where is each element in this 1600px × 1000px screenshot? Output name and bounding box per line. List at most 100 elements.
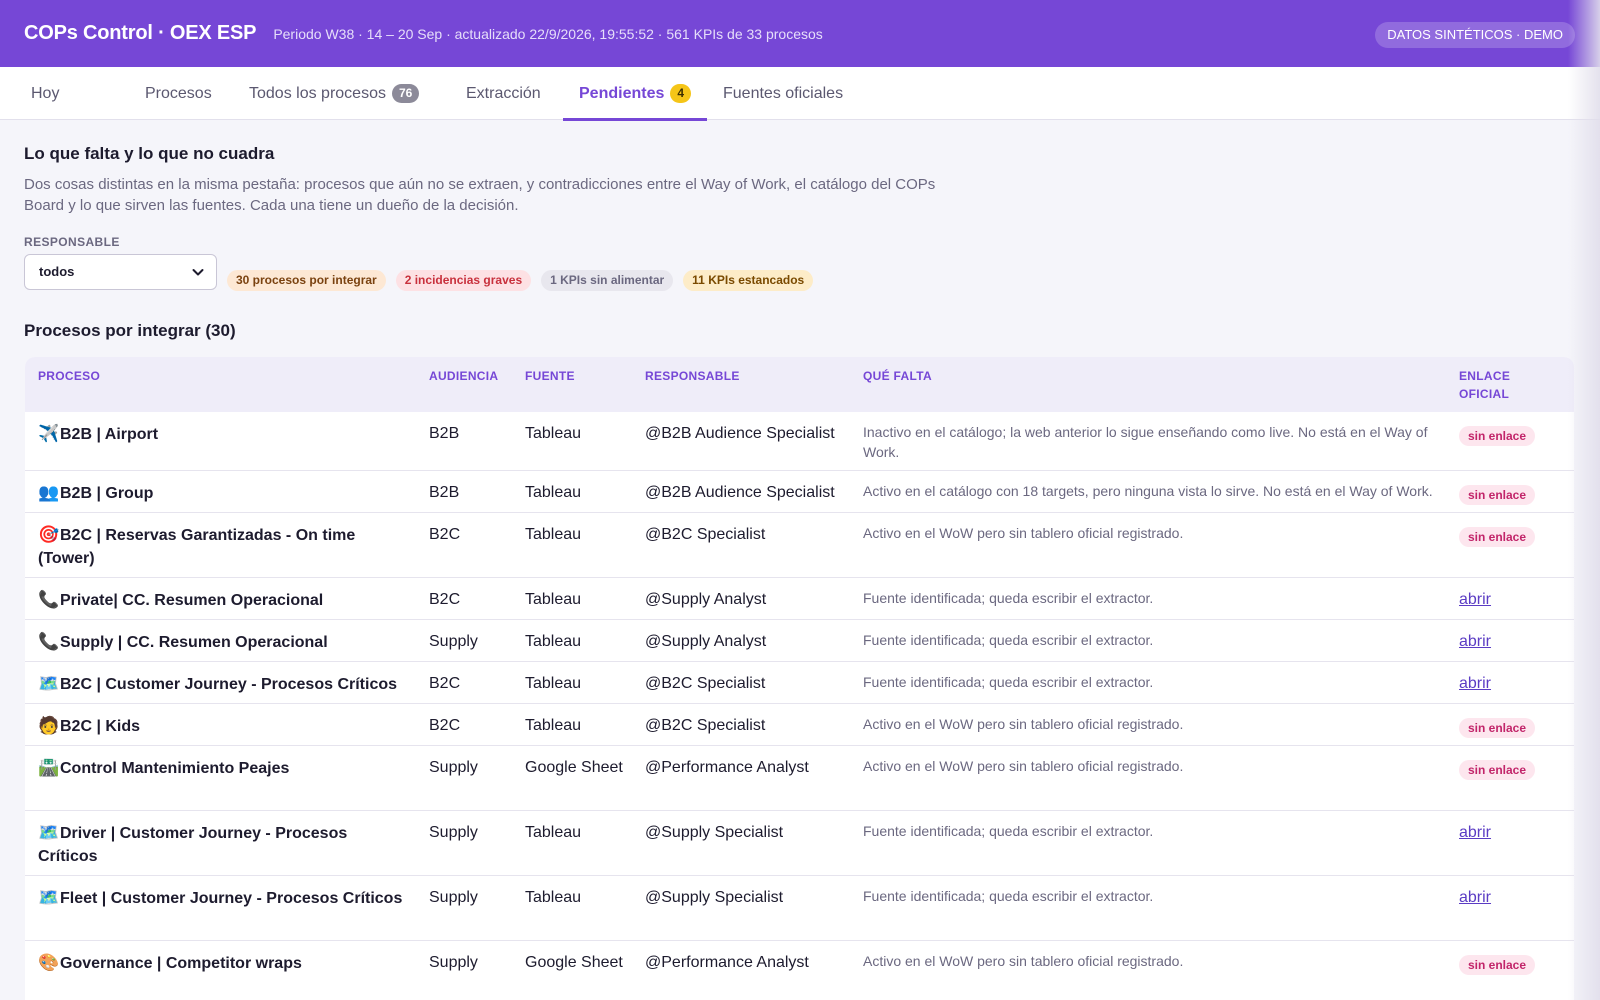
official-link-cell: abrir (1459, 672, 1491, 695)
top-header: COPs Control · OEX ESP Periodo W38 · 14 … (0, 0, 1600, 67)
app-title: COPs Control · OEX ESP (24, 22, 257, 44)
column-header-line: OFICIAL (1459, 387, 1510, 401)
column-header-fuente: FUENTE (525, 369, 575, 383)
owner-cell: @Supply Analyst (645, 591, 767, 608)
column-header-line: ENLACE (1459, 369, 1511, 383)
source-cell: Google Sheet (525, 759, 623, 776)
table-row[interactable]: 🎨Governance | Competitor wraps Supply Goog… (25, 941, 1574, 1000)
column-header-enlace-oficial: ENLACE OFICIAL (1459, 367, 1510, 403)
missing-cell: Activo en el WoW pero sin tablero oficia… (863, 525, 1184, 541)
open-link[interactable]: abrir (1459, 889, 1491, 906)
column-header-audiencia: AUDIENCIA (429, 369, 499, 383)
open-link[interactable]: abrir (1459, 675, 1491, 692)
audience-cell: B2C (429, 675, 461, 692)
process-label: B2B | Airport (60, 426, 159, 443)
process-name: 🗺️Fleet | Customer Journey - Procesos Cr… (38, 886, 408, 910)
source-cell: Tableau (525, 675, 582, 692)
table-row[interactable]: ✈️B2B | Airport B2B Tableau @B2B Audience S… (25, 412, 1574, 471)
process-icon: ✈️ (38, 424, 60, 443)
responsable-filter-label: RESPONSABLE (24, 235, 120, 249)
tab-procesos[interactable]: Procesos (145, 67, 212, 120)
no-link-badge: sin enlace (1459, 955, 1536, 975)
table-title: Procesos por integrar (30) (24, 321, 236, 340)
tab-bar: Hoy Procesos Todos los procesos 76 Extrac… (0, 67, 1600, 121)
missing-cell: Inactivo en el catálogo; la web anterior… (863, 424, 1428, 460)
official-link-cell: sin enlace (1459, 714, 1536, 739)
table-row[interactable]: 🗺️Driver | Customer Journey - Procesos C… (25, 811, 1574, 876)
summary-chips: 30 procesos por integrar 2 incidencias g… (227, 270, 814, 291)
open-link[interactable]: abrir (1459, 633, 1491, 650)
no-link-badge: sin enlace (1459, 485, 1536, 505)
official-link-cell: abrir (1459, 821, 1491, 844)
process-label: B2C | Kids (60, 718, 141, 735)
audience-cell: B2C (429, 526, 461, 543)
column-header-que-falta: QUÉ FALTA (863, 369, 932, 383)
process-icon: 🛣️ (38, 758, 60, 777)
audience-cell: Supply (429, 633, 478, 650)
section-description: Dos cosas distintas en la misma pestaña:… (24, 176, 936, 214)
process-icon: 🗺️ (38, 823, 60, 842)
open-link[interactable]: abrir (1459, 824, 1491, 841)
process-icon: 🧑 (38, 716, 60, 735)
no-link-badge: sin enlace (1459, 718, 1536, 738)
tab-hoy[interactable]: Hoy (31, 67, 59, 120)
tab-pendientes[interactable]: Pendientes 4 (562, 67, 708, 121)
missing-cell: Fuente identificada; queda escribir el e… (863, 888, 1154, 904)
chip-kpis-sin-alimentar[interactable]: 1 KPIs sin alimentar (541, 270, 674, 291)
source-cell: Tableau (525, 633, 582, 650)
chip-procesos-por-integrar[interactable]: 30 procesos por integrar (227, 270, 386, 291)
chip-incidencias-graves[interactable]: 2 incidencias graves (395, 270, 532, 291)
table-row[interactable]: 👥B2B | Group B2B Tableau @B2B Audience Spec… (25, 471, 1574, 513)
chip-kpis-estancados[interactable]: 11 KPIs estancados (683, 270, 814, 291)
process-label: Supply | CC. Resumen Operacional (60, 634, 328, 651)
official-link-cell: abrir (1459, 886, 1491, 909)
source-cell: Tableau (525, 717, 582, 734)
open-link[interactable]: abrir (1459, 591, 1491, 608)
missing-cell: Activo en el WoW pero sin tablero oficia… (863, 716, 1184, 732)
official-link-cell: sin enlace (1459, 951, 1536, 976)
owner-cell: @Supply Specialist (645, 889, 784, 906)
owner-cell: @Supply Analyst (645, 633, 767, 650)
responsable-select[interactable]: todos (24, 254, 217, 290)
owner-cell: @Supply Specialist (645, 824, 784, 841)
tab-count-badge: 76 (391, 84, 420, 103)
table-row[interactable]: 🗺️Fleet | Customer Journey - Procesos Cr… (25, 876, 1574, 941)
missing-cell: Activo en el WoW pero sin tablero oficia… (863, 953, 1184, 969)
table-row[interactable]: 🛣️Control Mantenimiento Peajes Supply Goog… (25, 746, 1574, 811)
process-name: 🗺️B2C | Customer Journey - Procesos Crít… (38, 672, 408, 696)
source-cell: Tableau (525, 526, 582, 543)
process-icon: 🗺️ (38, 888, 60, 907)
owner-cell: @B2C Specialist (645, 526, 766, 543)
audience-cell: Supply (429, 954, 478, 971)
audience-cell: B2B (429, 425, 460, 442)
source-cell: Tableau (525, 425, 582, 442)
tab-fuentes-oficiales[interactable]: Fuentes oficiales (723, 67, 843, 120)
table-row[interactable]: 🗺️B2C | Customer Journey - Procesos Crít… (25, 662, 1574, 704)
period-meta: Periodo W38 · 14 – 20 Sep · actualizado … (273, 25, 823, 42)
official-link-cell: sin enlace (1459, 422, 1536, 447)
owner-cell: @B2B Audience Specialist (645, 425, 835, 442)
process-label: Fleet | Customer Journey - Procesos Crít… (60, 890, 403, 907)
tab-todos-los-procesos[interactable]: Todos los procesos 76 (249, 67, 420, 120)
process-name: 📞Private| CC. Resumen Operacional (38, 588, 408, 612)
missing-cell: Fuente identificada; queda escribir el e… (863, 823, 1154, 839)
audience-cell: Supply (429, 759, 478, 776)
table-row[interactable]: 🎯B2C | Reservas Garantizadas - On time (… (25, 513, 1574, 578)
table-row[interactable]: 📞Private| CC. Resumen Operacional B2C Tabl… (25, 578, 1574, 620)
process-label: Private| CC. Resumen Operacional (60, 592, 324, 609)
process-name: 🎨Governance | Competitor wraps (38, 951, 408, 975)
audience-cell: B2C (429, 591, 461, 608)
process-label: B2C | Customer Journey - Procesos Crític… (60, 676, 398, 693)
column-header-proceso: PROCESO (38, 369, 101, 383)
tab-extraccion[interactable]: Extracción (466, 67, 541, 120)
tab-count-badge: 4 (670, 84, 692, 103)
process-label: Control Mantenimiento Peajes (60, 760, 290, 777)
no-link-badge: sin enlace (1459, 527, 1536, 547)
tab-label: Extracción (466, 85, 541, 102)
table-row[interactable]: 🧑B2C | Kids B2C Tableau @B2C Specialist Acti… (25, 704, 1574, 746)
tab-label: Pendientes (579, 85, 665, 102)
source-cell: Tableau (525, 824, 582, 841)
process-name: ✈️B2B | Airport (38, 422, 408, 446)
table-row[interactable]: 📞Supply | CC. Resumen Operacional Supply T… (25, 620, 1574, 662)
tab-label: Todos los procesos (249, 85, 386, 102)
